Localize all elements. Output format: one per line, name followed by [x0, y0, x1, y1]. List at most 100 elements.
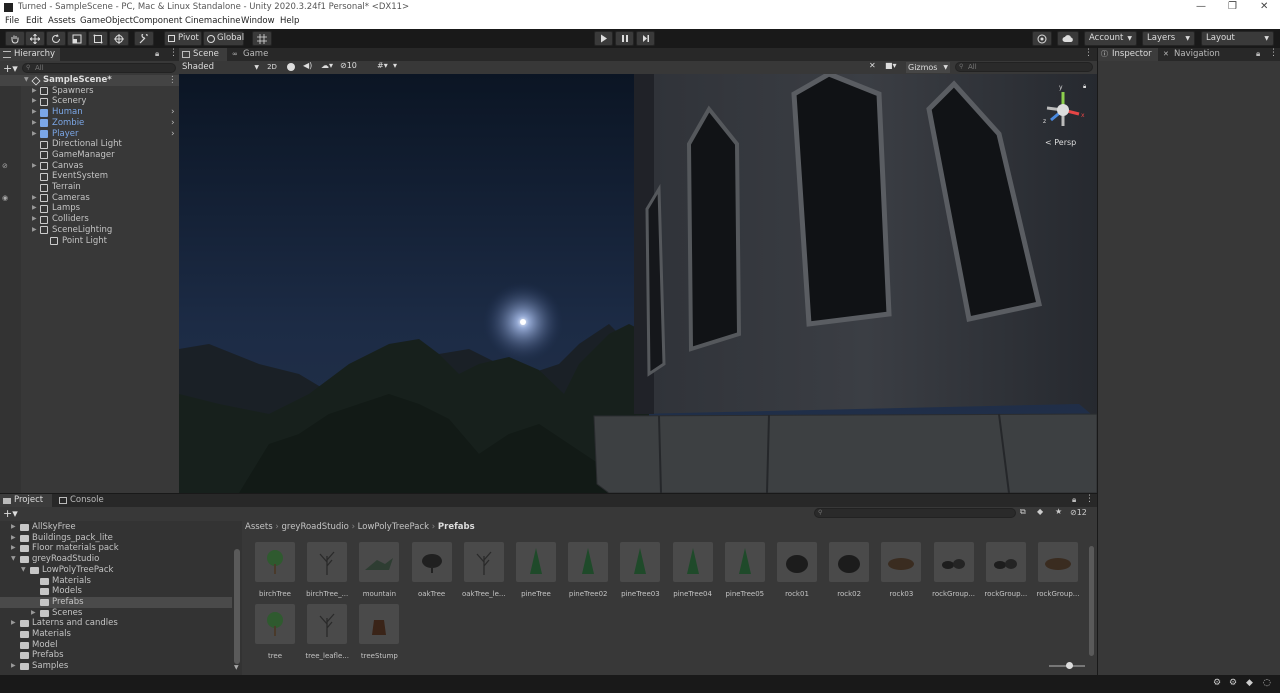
asset-item[interactable]: pineTree05 — [723, 542, 767, 598]
hierarchy-search-input[interactable]: ⚲ All — [22, 63, 176, 73]
scene-row[interactable]: ▼ SampleScene* ⋮ — [0, 75, 179, 86]
asset-item[interactable]: oakTree_le... — [462, 542, 506, 598]
expand-arrow-icon[interactable]: ▶ — [31, 608, 36, 619]
asset-item[interactable]: rockGroup... — [984, 542, 1028, 598]
asset-item[interactable]: rockGroup... — [1036, 542, 1080, 598]
debug-icon[interactable]: ⚙ — [1213, 678, 1221, 688]
tools-wrench-icon[interactable]: ✕ — [869, 61, 876, 70]
hierarchy-item[interactable]: ▶ Cameras — [0, 193, 179, 204]
expand-arrow-icon[interactable]: ▼ — [11, 554, 16, 565]
asset-scrollbar[interactable] — [1089, 546, 1094, 656]
folder-tree-item[interactable]: Materials — [0, 576, 232, 587]
folder-tree-item[interactable]: ▼ LowPolyTreePack — [0, 565, 232, 576]
breadcrumb-prefabs[interactable]: Prefabs — [438, 522, 475, 532]
folder-tree-item[interactable]: Model — [0, 640, 232, 651]
folder-tree-item[interactable]: ▶ AllSkyFree — [0, 522, 232, 533]
more-options-icon[interactable]: ⋮ — [169, 48, 178, 58]
progress-icon[interactable]: ◌ — [1263, 678, 1271, 688]
breadcrumb-lowpolytreepack[interactable]: LowPolyTreePack — [358, 522, 429, 532]
lighting-bake-icon[interactable]: ⚙ — [1229, 678, 1237, 688]
folder-tree-item[interactable]: ▶ Samples — [0, 661, 232, 672]
close-button[interactable]: ✕ — [1260, 1, 1268, 12]
folder-tree-item[interactable]: Materials — [0, 629, 232, 640]
hidden-packages-button[interactable]: ⊘12 — [1070, 508, 1087, 517]
folder-tree-item[interactable]: Prefabs — [0, 596, 232, 608]
asset-item[interactable]: tree — [253, 604, 297, 660]
asset-item[interactable]: birchTree_... — [305, 542, 349, 598]
breadcrumb-assets[interactable]: Assets — [245, 522, 273, 532]
asset-item[interactable]: rock02 — [827, 542, 871, 598]
folder-tree-item[interactable]: ▶ Scenes — [0, 608, 232, 619]
audio-toggle-icon[interactable]: ◀︎) — [303, 61, 312, 70]
create-add-button[interactable]: +▾ — [3, 62, 18, 75]
hierarchy-item[interactable]: ▶ Colliders — [0, 214, 179, 225]
layout-dropdown[interactable]: Layout ▼ — [1201, 31, 1274, 46]
shading-mode-dropdown[interactable]: Shaded ▼ — [181, 62, 261, 73]
folder-tree-item[interactable]: Models — [0, 586, 232, 597]
scene-search-input[interactable]: ⚲ All — [955, 62, 1093, 72]
hierarchy-item[interactable]: EventSystem — [0, 171, 179, 182]
asset-item[interactable]: pineTree02 — [566, 542, 610, 598]
expand-arrow-icon[interactable]: ▶ — [32, 96, 37, 107]
menu-window[interactable]: Window — [241, 16, 275, 26]
folder-tree-item[interactable]: ▶ Laterns and candles — [0, 618, 232, 629]
more-arrow-icon[interactable]: ▾ — [393, 61, 397, 70]
tree-scrollbar[interactable] — [234, 549, 240, 664]
folder-tree-item[interactable]: ▶ Buildings_pack_lite — [0, 533, 232, 544]
lock-icon[interactable]: 🔒︎ — [155, 49, 159, 59]
expand-arrow-icon[interactable]: ▶ — [32, 86, 37, 97]
hierarchy-item[interactable]: ▶ Player › — [0, 129, 179, 140]
tab-console[interactable]: Console — [56, 494, 108, 507]
hierarchy-item[interactable]: ▶ Scenery — [0, 96, 179, 107]
tab-scene[interactable]: Scene — [179, 48, 227, 61]
filter-label-icon[interactable]: ◆ — [1037, 507, 1043, 516]
open-prefab-arrow-icon[interactable]: › — [171, 129, 175, 140]
asset-item[interactable]: rockGroup... — [932, 542, 976, 598]
hierarchy-item[interactable]: ▶ Spawners — [0, 86, 179, 97]
asset-item[interactable]: mountain — [357, 542, 401, 598]
maximize-button[interactable]: ❐ — [1228, 1, 1237, 12]
grid-toggle-icon[interactable]: #▾ — [377, 61, 388, 70]
move-tool-button[interactable] — [25, 31, 45, 46]
menu-gameobject[interactable]: GameObject — [80, 16, 133, 26]
tab-hierarchy[interactable]: Hierarchy — [0, 48, 60, 61]
scene-viewport[interactable] — [179, 74, 1097, 493]
thumbnail-size-handle[interactable] — [1066, 662, 1073, 669]
grid-snap-button[interactable] — [252, 31, 272, 46]
cache-server-icon[interactable]: ◆ — [1246, 678, 1253, 688]
step-button[interactable] — [636, 31, 655, 46]
asset-item[interactable]: oakTree — [410, 542, 454, 598]
transform-tool-button[interactable] — [109, 31, 129, 46]
expand-arrow-icon[interactable]: ▼ — [21, 565, 26, 576]
favorite-star-icon[interactable]: ★ — [1055, 507, 1062, 516]
asset-item[interactable]: pineTree04 — [671, 542, 715, 598]
expand-arrow-icon[interactable]: ▶ — [32, 193, 37, 204]
play-button[interactable] — [594, 31, 613, 46]
tab-navigation[interactable]: ✕ Navigation — [1160, 48, 1230, 61]
lock-icon[interactable]: 🔒︎ — [1072, 495, 1076, 505]
hierarchy-item[interactable]: Point Light — [0, 236, 179, 247]
menu-assets[interactable]: Assets — [48, 16, 76, 26]
rect-tool-button[interactable] — [88, 31, 108, 46]
menu-cinemachine[interactable]: Cinemachine — [185, 16, 240, 26]
asset-item[interactable]: treeStump — [357, 604, 401, 660]
pause-button[interactable] — [615, 31, 634, 46]
hierarchy-item[interactable]: ▶ Human › — [0, 107, 179, 118]
expand-arrow-icon[interactable]: ▶ — [32, 118, 37, 129]
collab-button[interactable] — [1032, 31, 1052, 46]
rotate-tool-button[interactable] — [46, 31, 66, 46]
menu-file[interactable]: File — [5, 16, 19, 26]
lock-icon[interactable]: 🔒︎ — [1256, 49, 1260, 59]
gizmo-lock-icon[interactable]: 🔒︎ — [1083, 83, 1086, 91]
project-search-input[interactable]: ⚲ — [814, 508, 1016, 518]
expand-arrow-icon[interactable]: ▼ — [24, 75, 29, 86]
expand-arrow-icon[interactable]: ▶ — [32, 225, 37, 236]
asset-item[interactable]: rock03 — [879, 542, 923, 598]
tab-game[interactable]: ∞ Game — [229, 48, 277, 61]
hierarchy-item[interactable]: ▶ Canvas — [0, 161, 179, 172]
breadcrumb-greyroadstudio[interactable]: greyRoadStudio — [281, 522, 348, 532]
expand-arrow-icon[interactable]: ▶ — [32, 129, 37, 140]
camera-settings-icon[interactable]: ■▾ — [885, 61, 897, 70]
expand-arrow-icon[interactable]: ▶ — [32, 107, 37, 118]
asset-item[interactable]: pineTree03 — [618, 542, 662, 598]
